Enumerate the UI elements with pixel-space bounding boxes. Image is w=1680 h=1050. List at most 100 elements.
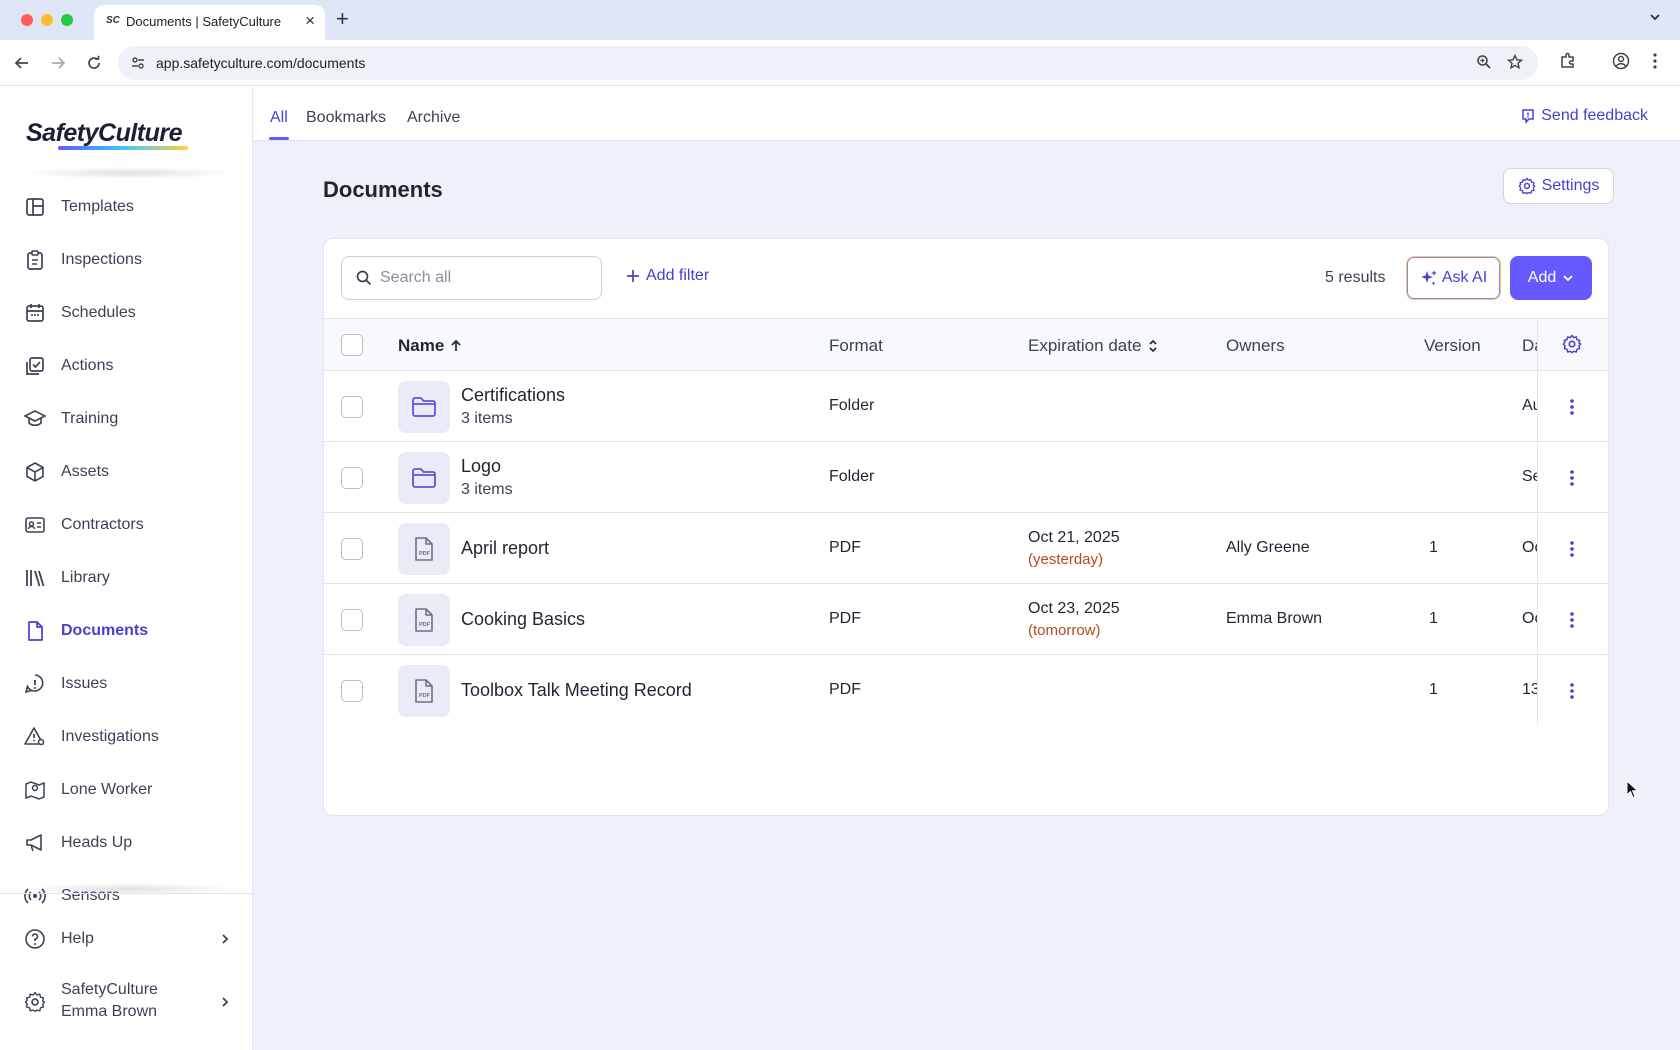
sidebar-item-library[interactable]: Library: [0, 556, 252, 600]
sidebar-item-documents[interactable]: Documents: [0, 609, 252, 653]
close-window-button[interactable]: [21, 14, 33, 26]
forward-icon[interactable]: [47, 52, 69, 74]
column-settings-gear-icon[interactable]: [1562, 334, 1582, 354]
column-header-owners[interactable]: Owners: [1226, 336, 1285, 356]
maximize-window-button[interactable]: [61, 14, 73, 26]
sidebar-item-training[interactable]: Training: [0, 397, 252, 441]
settings-button[interactable]: Settings: [1503, 168, 1614, 204]
browser-tab[interactable]: SC Documents | SafetyCulture ×: [94, 5, 325, 40]
table-row[interactable]: Certifications 3 items Folder Au: [324, 371, 1608, 442]
sidebar-item-issues[interactable]: Issues: [0, 662, 252, 706]
more-options-icon[interactable]: [1560, 677, 1584, 705]
sidebar-item-templates[interactable]: Templates: [0, 185, 252, 229]
sidebar-item-schedules[interactable]: Schedules: [0, 291, 252, 335]
sidebar-item-lone-worker[interactable]: Lone Worker: [0, 768, 252, 812]
row-checkbox[interactable]: [341, 538, 363, 560]
more-options-icon[interactable]: [1560, 535, 1584, 563]
sidebar-item-label: Lone Worker: [61, 781, 153, 798]
tab-all[interactable]: All: [270, 109, 288, 127]
clipboard-icon: [27, 250, 43, 270]
column-header-expiration[interactable]: Expiration date: [1028, 336, 1159, 356]
reload-icon[interactable]: [83, 52, 105, 74]
add-label: Add: [1527, 269, 1557, 286]
add-button[interactable]: Add: [1510, 256, 1592, 300]
row-checkbox[interactable]: [341, 609, 363, 631]
table-row[interactable]: Logo 3 items Folder Se: [324, 442, 1608, 513]
version-cell: 1: [1429, 539, 1438, 556]
date-cell: Oc: [1522, 610, 1537, 627]
sidebar-item-heads-up[interactable]: Heads Up: [0, 821, 252, 865]
sidebar-item-label: Actions: [61, 357, 114, 374]
table-row[interactable]: PDF Toolbox Talk Meeting Record PDF 1 13: [324, 655, 1608, 726]
sidebar-item-label: Contractors: [61, 516, 144, 533]
document-name[interactable]: April report: [461, 538, 549, 559]
browser-menu-icon[interactable]: [1652, 52, 1658, 75]
sidebar-item-org-settings[interactable]: SafetyCulture Emma Brown: [0, 972, 252, 1032]
svg-text:PDF: PDF: [419, 693, 431, 699]
row-checkbox[interactable]: [341, 467, 363, 489]
address-bar: app.safetyculture.com/documents: [0, 40, 1680, 86]
site-info-icon[interactable]: [130, 55, 146, 76]
zoom-icon[interactable]: [1476, 54, 1492, 75]
send-feedback-link[interactable]: Send feedback: [1521, 107, 1648, 125]
minimize-window-button[interactable]: [41, 14, 53, 26]
version-cell: 1: [1429, 610, 1438, 627]
sidebar-item-investigations[interactable]: Investigations: [0, 715, 252, 759]
more-options-icon[interactable]: [1560, 464, 1584, 492]
profile-icon[interactable]: [1612, 52, 1630, 75]
document-name[interactable]: Logo: [461, 456, 501, 477]
column-header-version[interactable]: Version: [1424, 336, 1481, 356]
row-actions-cell: [1537, 655, 1608, 725]
column-settings-cell: [1537, 319, 1608, 370]
sidebar-item-contractors[interactable]: Contractors: [0, 503, 252, 547]
column-header-label: Version: [1424, 336, 1481, 355]
books-icon: [26, 570, 45, 587]
search-input[interactable]: [380, 267, 590, 289]
main-content: All Bookmarks Archive Send feedback Docu…: [253, 87, 1680, 1050]
ask-ai-button[interactable]: Ask AI: [1406, 256, 1501, 300]
column-header-label: Format: [829, 336, 883, 355]
search-box[interactable]: [341, 256, 602, 300]
column-header-label: Expiration date: [1028, 336, 1142, 355]
sidebar-item-actions[interactable]: Actions: [0, 344, 252, 388]
sidebar-item-assets[interactable]: Assets: [0, 450, 252, 494]
bookmark-star-icon[interactable]: [1506, 53, 1524, 75]
select-all-checkbox[interactable]: [341, 334, 363, 356]
table-row[interactable]: PDF Cooking Basics PDF Oct 23, 2025 (tom…: [324, 584, 1608, 655]
more-options-icon[interactable]: [1560, 393, 1584, 421]
chevron-right-icon: [222, 934, 229, 944]
row-checkbox[interactable]: [341, 396, 363, 418]
omnibox[interactable]: app.safetyculture.com/documents: [118, 46, 1538, 80]
sidebar-item-inspections[interactable]: Inspections: [0, 238, 252, 282]
owner-cell: Emma Brown: [1226, 610, 1323, 627]
format-cell: PDF: [829, 681, 861, 698]
table-row[interactable]: PDF April report PDF Oct 21, 2025 (yeste…: [324, 513, 1608, 584]
sort-toggle-icon: [1149, 339, 1157, 353]
document-name[interactable]: Toolbox Talk Meeting Record: [461, 680, 692, 701]
folder-thumbnail: [398, 381, 450, 433]
tab-close-icon[interactable]: ×: [305, 11, 315, 31]
document-name[interactable]: Cooking Basics: [461, 609, 585, 630]
folder-icon: [412, 397, 436, 417]
back-icon[interactable]: [11, 52, 33, 74]
calendar-icon: [26, 304, 44, 322]
format-cell: PDF: [829, 610, 861, 627]
tab-archive[interactable]: Archive: [407, 109, 460, 127]
sidebar-item-help[interactable]: Help: [0, 917, 252, 961]
tab-bookmarks[interactable]: Bookmarks: [306, 109, 386, 127]
sidebar-item-sensors[interactable]: Sensors: [0, 874, 252, 918]
sparkles-icon: [1420, 270, 1437, 286]
column-header-date[interactable]: Da: [1522, 336, 1537, 356]
safetyculture-logo[interactable]: SafetyCulture: [26, 119, 183, 148]
format-cell: Folder: [829, 397, 875, 414]
document-name[interactable]: Certifications: [461, 385, 565, 406]
row-checkbox[interactable]: [341, 680, 363, 702]
tab-search-chevron-icon[interactable]: [1648, 10, 1662, 29]
column-header-name[interactable]: Name: [398, 336, 462, 356]
extensions-icon[interactable]: [1559, 52, 1577, 75]
more-options-icon[interactable]: [1560, 606, 1584, 634]
add-filter-button[interactable]: Add filter: [626, 267, 709, 285]
new-tab-icon[interactable]: +: [336, 6, 349, 32]
column-header-format[interactable]: Format: [829, 336, 883, 356]
expiration-relative: (yesterday): [1028, 551, 1104, 568]
